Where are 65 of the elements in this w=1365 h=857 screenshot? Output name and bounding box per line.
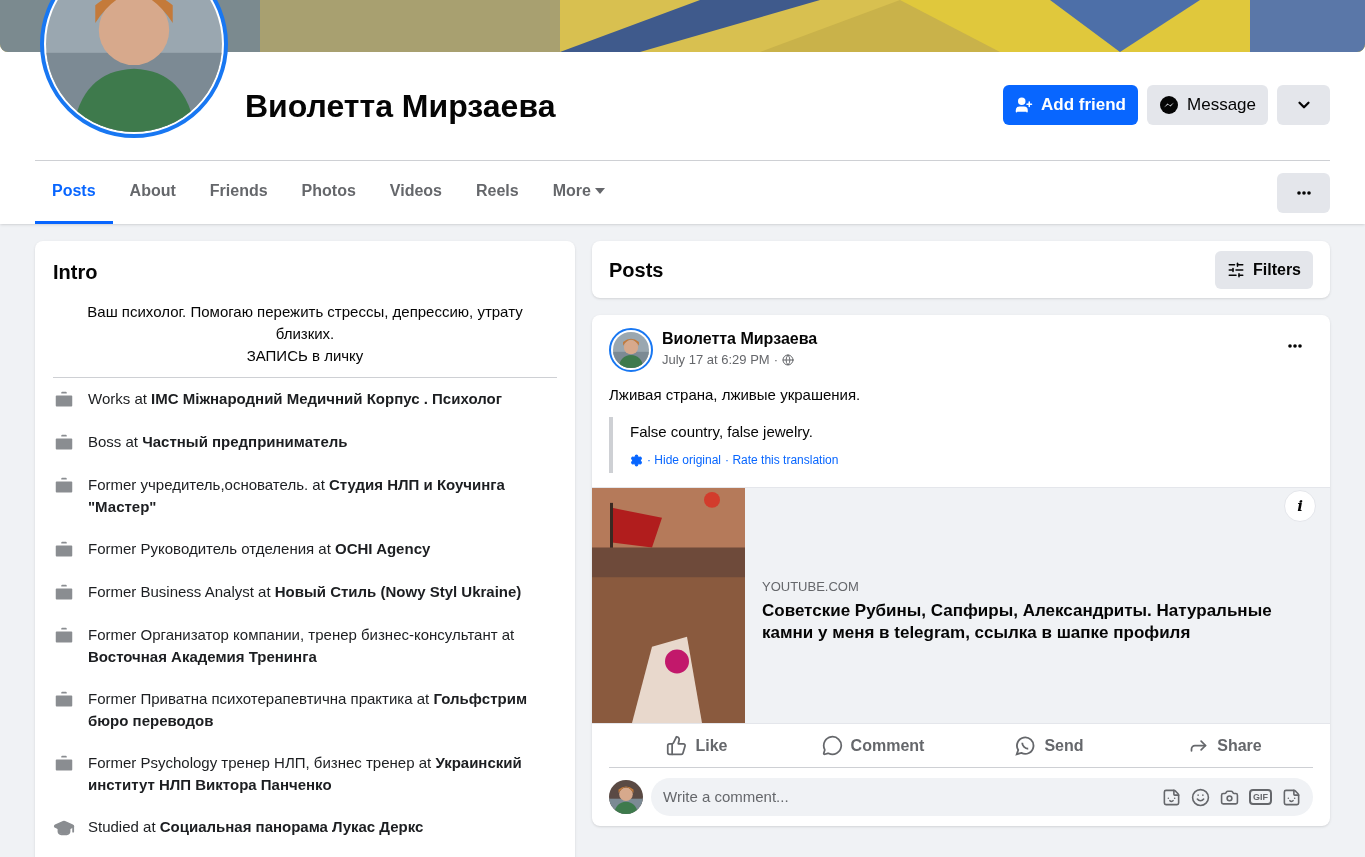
message-button[interactable]: Message xyxy=(1147,85,1268,125)
intro-detail: Works at IMC Міжнародний Медичний Корпус . Психолог xyxy=(88,389,502,409)
profile-tab[interactable]: Videos xyxy=(372,161,459,224)
translation-link[interactable]: · Hide original xyxy=(647,451,722,469)
posts-title: Posts xyxy=(609,257,664,283)
add-friend-button[interactable]: Add friend xyxy=(1003,85,1138,125)
briefcase-icon xyxy=(53,689,75,711)
speech-bubble-icon xyxy=(821,735,843,756)
sticker-icon[interactable] xyxy=(1282,787,1301,807)
bio-text: Ваш психолог. Помогаю пережить стрессы, депрессию, утрату близких. xyxy=(86,302,524,344)
messenger-icon xyxy=(1159,95,1179,115)
sliders-icon xyxy=(1227,260,1245,279)
profile-tab[interactable]: Photos xyxy=(284,161,373,224)
intro-detail: Former учредитель,основатель. at Студия НЛП и Коучинга "Мастер" xyxy=(88,475,506,517)
send-button[interactable]: Send xyxy=(961,724,1137,767)
more-icon xyxy=(1296,190,1311,195)
link-title: Советские Рубины, Сапфиры, Александриты. Натуральные камни у меня в telegram, ссылка в шапке профиля xyxy=(762,599,1273,644)
intro-detail: Former Руководитель отделения at OCHI Agency xyxy=(88,539,431,559)
briefcase-icon xyxy=(53,475,75,497)
intro-detail: Former Организатор компании, тренер бизнес-консультант at Восточная Академия Тренинга xyxy=(88,625,516,667)
intro-detail: Former Psychology тренер НЛП, бизнес тренер at Украинский институт НЛП Виктора Панченко xyxy=(88,753,523,795)
filters-button[interactable]: Filters xyxy=(1215,250,1313,289)
briefcase-icon xyxy=(53,582,75,604)
thumbs-up-icon xyxy=(666,735,688,756)
add-person-icon xyxy=(1015,96,1033,114)
bio-text: ЗАПИСЬ в личку xyxy=(245,346,365,366)
intro-detail: Former Business Analyst at Новый Стиль (Nowy Styl Ukraine) xyxy=(88,582,522,602)
comment-input[interactable]: Write a comment... xyxy=(663,785,1162,809)
intro-title: Intro xyxy=(53,260,99,285)
share-button[interactable]: Share xyxy=(1137,724,1313,767)
post-time[interactable]: July 17 at 6:29 PM xyxy=(662,350,770,370)
gear-icon[interactable] xyxy=(630,453,643,467)
globe-icon xyxy=(782,353,794,366)
commenter-avatar[interactable] xyxy=(609,780,643,814)
author-name[interactable]: Виолетта Мирзаева xyxy=(662,328,1277,350)
briefcase-icon xyxy=(53,432,75,454)
post-text: Лживая страна, лживые украшения. xyxy=(608,385,862,405)
separator-dot: · xyxy=(773,351,778,369)
profile-tab[interactable]: Posts xyxy=(35,161,113,224)
briefcase-icon xyxy=(53,389,75,411)
profile-tab[interactable]: More xyxy=(535,161,622,224)
intro-detail: Boss at Частный предприниматель xyxy=(88,432,348,452)
briefcase-icon xyxy=(53,753,75,775)
profile-name: Виолетта Мирзаева xyxy=(245,87,557,126)
info-button[interactable]: i xyxy=(1284,490,1316,522)
intro-detail: Former Приватна психотерапевтична практика at Гольфстрим бюро переводов xyxy=(88,689,528,731)
intro-detail: Studied at Социальная панорама Лукас Деркс xyxy=(88,817,424,837)
more-icon xyxy=(1288,344,1302,348)
link-preview[interactable]: YOUTUBE.COM Советские Рубины, Сапфиры, Александриты. Натуральные камни у меня в telegram, ссылка в шапке профиля i xyxy=(592,487,1330,724)
comment-field[interactable]: Write a comment... GIF xyxy=(651,778,1313,816)
camera-icon[interactable] xyxy=(1220,787,1239,807)
profile-tab[interactable]: Friends xyxy=(192,161,285,224)
translated-text: False country, false jewelry. xyxy=(630,421,814,442)
briefcase-icon xyxy=(53,539,75,561)
briefcase-icon xyxy=(53,625,75,647)
translation-link[interactable]: · Rate this translation xyxy=(725,451,839,469)
like-button[interactable]: Like xyxy=(609,724,785,767)
link-domain: YOUTUBE.COM xyxy=(762,578,860,597)
profile-tab[interactable]: About xyxy=(112,161,193,224)
author-avatar[interactable] xyxy=(609,328,653,372)
profile-tab[interactable]: Reels xyxy=(458,161,536,224)
gif-icon[interactable]: GIF xyxy=(1249,789,1272,805)
comment-button[interactable]: Comment xyxy=(785,724,961,767)
chat-bubble-icon xyxy=(1014,734,1037,757)
smiley-icon[interactable] xyxy=(1191,787,1210,807)
